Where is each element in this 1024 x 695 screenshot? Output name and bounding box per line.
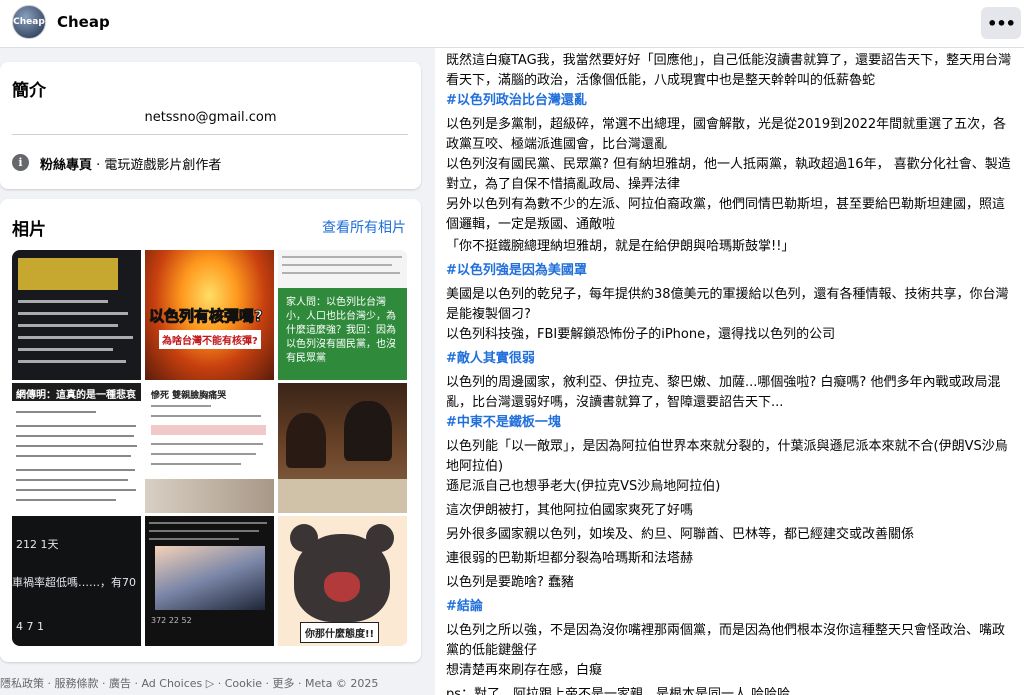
photo-thumbnail-1[interactable] [12, 250, 141, 380]
post-paragraph: 以色列是多黨制，超級碎，常選不出總理，國會解散，光是從2019到2022年間就重… [446, 117, 1007, 152]
post-paragraph: 「你不挺鐵腕總理納坦雅胡，就是在給伊朗與哈瑪斯鼓掌!!」 [446, 239, 795, 254]
thumb-image [155, 546, 265, 610]
thumb-photo [145, 479, 274, 513]
post-paragraph: 以色列科技強，FBI要解鎖恐怖份子的iPhone，還得找以色列的公司 [446, 327, 836, 342]
hashtag-link[interactable]: #以色列強是因為美國罩 [446, 261, 1014, 281]
info-icon: i [12, 154, 29, 171]
intro-email: netssno@gmail.com [144, 110, 277, 125]
photo-thumbnail-8[interactable]: 372 22 52 [145, 516, 274, 646]
thumb-title: 慘死 雙親臉胸痛哭 [151, 391, 227, 401]
post-paragraph: 另外很多國家親以色列，如埃及、約旦、阿聯酋、巴林等，都已經建交或改善關係 [446, 527, 915, 542]
thumb-text: 372 22 52 [151, 616, 192, 625]
thumb-subtitle: 為啥台灣不能有核彈? [159, 330, 261, 349]
footer-links[interactable]: 隱私政策 · 服務條款 · 廣告 · Ad Choices ▷ · Cookie… [0, 675, 378, 691]
intro-divider [12, 134, 408, 135]
hashtag-link[interactable]: #敵人其實很弱 [446, 349, 1014, 369]
post-paragraph: ps：對了，阿拉跟上帝不是一家親，是根本是同一人 哈哈哈 [446, 687, 791, 695]
post-paragraph: 想清楚再來刷存在感，白癡 [446, 663, 603, 678]
hashtag-link[interactable]: #結論 [446, 597, 1014, 617]
thumb-caption: 你那什麼態度!! [300, 622, 380, 643]
see-all-photos-link[interactable]: 查看所有相片 [322, 217, 406, 237]
photos-card: 相片 查看所有相片 以色列有核彈嗎? 為啥台灣不能有核彈? 家人問：以色列比台灣… [0, 199, 421, 662]
intro-card: 簡介 netssno@gmail.com i 粉絲專頁 · 電玩遊戲影片創作者 [0, 62, 421, 189]
photo-thumbnail-4[interactable]: 網傳明：這真的是一種悲哀 [12, 383, 141, 513]
intro-category: 粉絲專頁 · 電玩遊戲影片創作者 [40, 154, 221, 173]
post-paragraph: 另外以色列有為數不少的左派、阿拉伯裔政黨，他們同情巴勒斯坦，甚至要給巴勒斯坦建國… [446, 197, 1006, 232]
photo-thumbnail-7[interactable]: 212 1天 車禍率超低嗎……，有70 4 7 1 [12, 516, 141, 646]
post-paragraph: 既然這白癡TAG我，我當然要好好「回應他」，自己低能沒讀書就算了，還要詔告天下，… [446, 53, 1012, 88]
hashtag-link[interactable]: #中東不是鐵板一塊 [446, 413, 1014, 433]
post-paragraph: 以色列之所以強，不是因為沒你嘴裡那兩個黨，而是因為他們根本沒你這種整天只會怪政治… [446, 623, 1006, 658]
more-options-button[interactable]: ••• [981, 7, 1021, 39]
page-name[interactable]: Cheap [57, 13, 110, 31]
page-header: Cheap Cheap ••• [0, 0, 1024, 48]
post-paragraph: 以色列的周邊國家，敘利亞、伊拉克、黎巴嫩、加薩...哪個強啦? 白癡嗎? 他們多… [446, 375, 1001, 410]
photo-thumbnail-2[interactable]: 以色列有核彈嗎? 為啥台灣不能有核彈? [145, 250, 274, 380]
thumb-text: 家人問：以色列比台灣小，人口也比台灣少，為什麼這麼強？我回：因為以色列沒有國民黨… [286, 297, 396, 364]
post-paragraph: 以色列沒有國民黨、民眾黨? 但有納坦雅胡，他一人抵兩黨，執政超過16年， 喜歡分… [446, 157, 1011, 192]
thumb-title: 網傳明：這真的是一種悲哀 [12, 383, 141, 401]
photo-thumbnail-3[interactable]: 家人問：以色列比台灣小，人口也比台灣少，為什麼這麼強？我回：因為以色列沒有國民黨… [278, 250, 407, 380]
thumb-text: 212 1天 [16, 538, 59, 551]
category-value: · 電玩遊戲影片創作者 [92, 158, 222, 173]
photo-grid: 以色列有核彈嗎? 為啥台灣不能有核彈? 家人問：以色列比台灣小，人口也比台灣少，… [12, 250, 408, 646]
highlight-block [151, 425, 266, 435]
highlight-block [18, 258, 118, 290]
page-avatar[interactable]: Cheap [12, 5, 46, 39]
post-paragraph: 以色列能「以一敵眾」，是因為阿拉伯世界本來就分裂的，什葉派與遜尼派本來就不合(伊… [446, 439, 1008, 474]
post-body: 既然這白癡TAG我，我當然要好好「回應他」，自己低能沒讀書就算了，還要詔告天下，… [435, 48, 1024, 695]
post-paragraph: 連很弱的巴勒斯坦都分裂為哈瑪斯和法塔赫 [446, 551, 694, 566]
photo-thumbnail-5[interactable]: 慘死 雙親臉胸痛哭 [145, 383, 274, 513]
thumb-text: 4 7 1 [16, 620, 44, 633]
intro-title: 簡介 [12, 81, 46, 101]
photo-thumbnail-9[interactable]: 你那什麼態度!! [278, 516, 407, 646]
thumb-title: 以色列有核彈嗎? [149, 307, 264, 326]
thumb-text: 車禍率超低嗎……，有70 [12, 576, 136, 589]
post-paragraph: 以色列是要跪啥? 蠢豬 [446, 575, 575, 590]
post-paragraph: 這次伊朗被打，其他阿拉伯國家爽死了好嗎 [446, 503, 694, 518]
post-paragraph: 美國是以色列的乾兒子，每年提供約38億美元的軍援給以色列，還有各種情報、技術共享… [446, 287, 1009, 322]
category-label: 粉絲專頁 [40, 158, 93, 173]
photos-title: 相片 [12, 220, 46, 240]
hashtag-link[interactable]: #以色列政治比台灣還亂 [446, 91, 1014, 111]
photo-thumbnail-6[interactable] [278, 383, 407, 513]
post-paragraph: 遜尼派自己也想爭老大(伊拉克VS沙烏地阿拉伯) [446, 479, 721, 494]
